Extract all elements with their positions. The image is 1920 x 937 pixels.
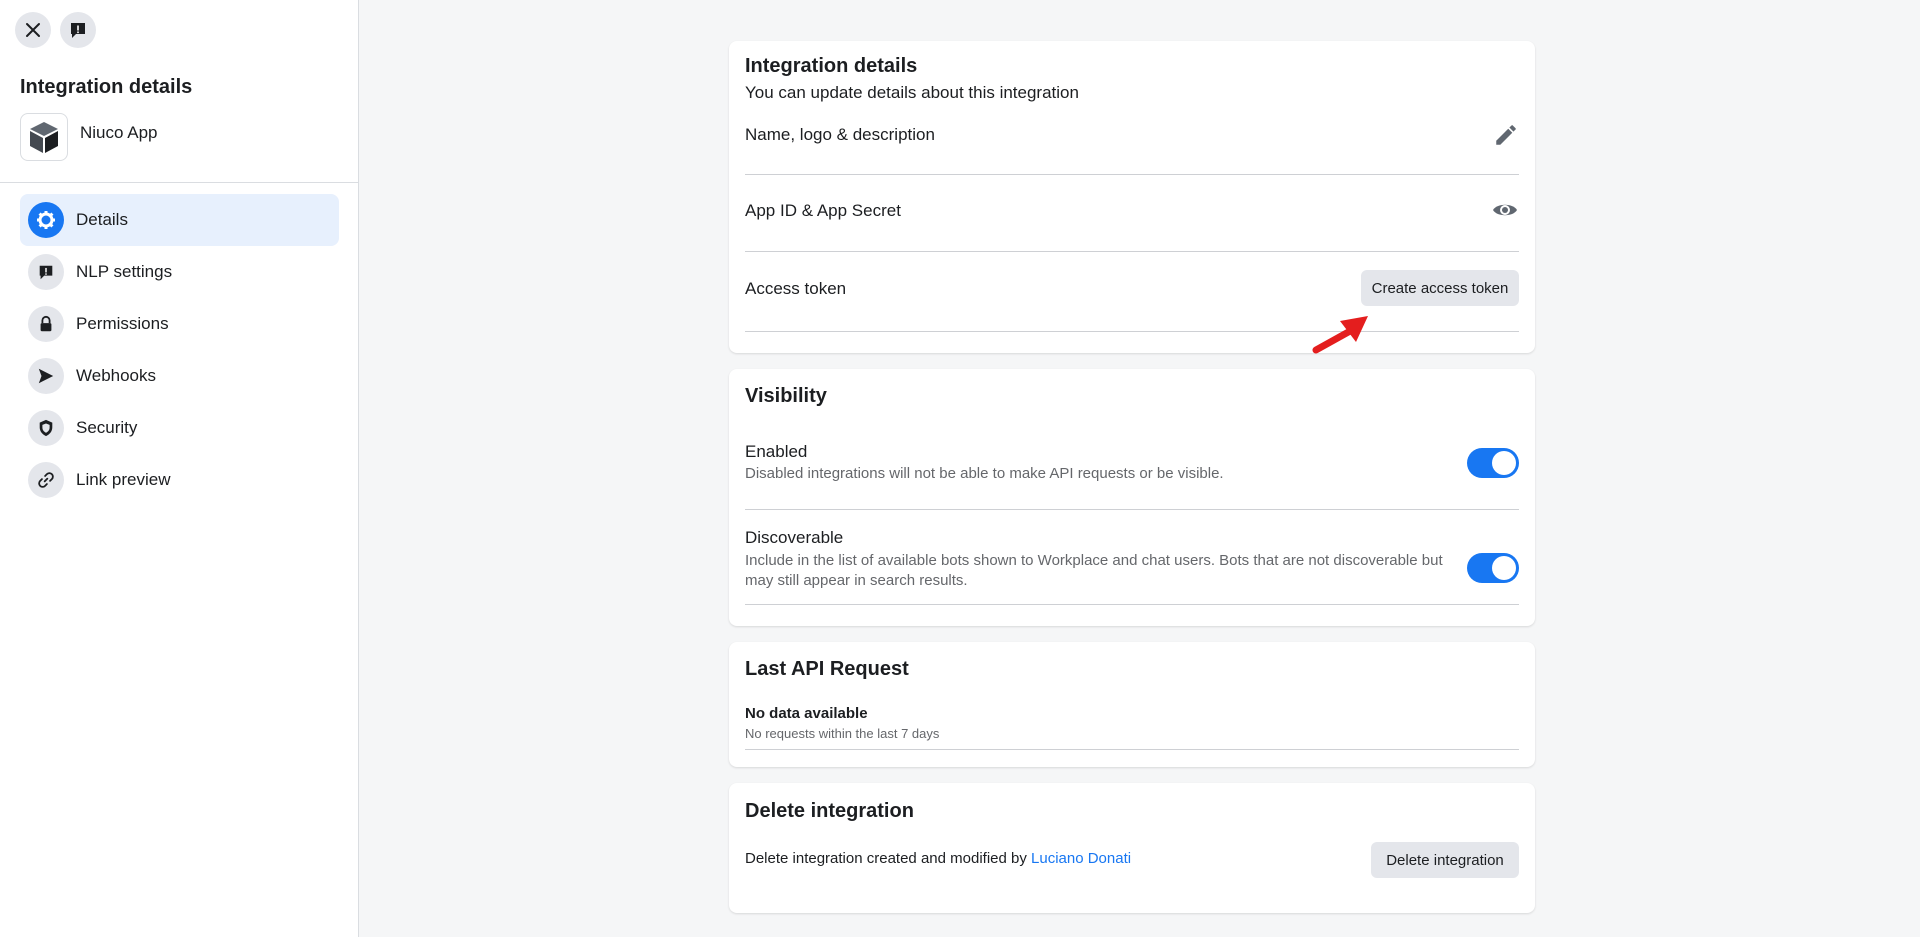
name-logo-row[interactable]: Name, logo & description bbox=[745, 125, 1519, 175]
app-name: Niuco App bbox=[80, 123, 158, 142]
sidebar-item-details[interactable]: Details bbox=[20, 194, 339, 246]
close-icon bbox=[26, 23, 40, 37]
send-icon bbox=[28, 358, 64, 394]
app-info: Niuco App bbox=[20, 113, 158, 161]
row-label: App ID & App Secret bbox=[745, 201, 901, 220]
sidebar-divider bbox=[0, 182, 359, 183]
enabled-description: Disabled integrations will not be able t… bbox=[745, 465, 1224, 482]
link-icon bbox=[28, 462, 64, 498]
sidebar-item-label: Details bbox=[76, 210, 128, 229]
sidebar-item-label: Security bbox=[76, 418, 138, 437]
feedback-button[interactable] bbox=[60, 12, 96, 48]
access-token-row: Access token Create access token bbox=[745, 252, 1519, 332]
app-id-secret-row[interactable]: App ID & App Secret bbox=[745, 175, 1519, 252]
sidebar-item-permissions[interactable]: Permissions bbox=[20, 298, 339, 350]
card-title: Integration details bbox=[745, 55, 918, 77]
delete-integration-button[interactable]: Delete integration bbox=[1371, 842, 1519, 878]
visibility-card: Visibility Enabled Disabled integrations… bbox=[729, 369, 1535, 626]
row-label: Name, logo & description bbox=[745, 125, 935, 144]
close-button[interactable] bbox=[15, 12, 51, 48]
cube-icon bbox=[30, 122, 58, 153]
sidebar: Integration details Niuco App Details NL… bbox=[0, 0, 359, 937]
sidebar-nav: Details NLP settings Permissions Webhook… bbox=[20, 194, 339, 506]
sidebar-item-security[interactable]: Security bbox=[20, 402, 339, 454]
app-logo bbox=[20, 113, 68, 161]
sidebar-item-label: Permissions bbox=[76, 314, 169, 333]
integration-details-card: Integration details You can update detai… bbox=[729, 41, 1535, 353]
enabled-toggle[interactable] bbox=[1467, 448, 1519, 478]
discoverable-label: Discoverable bbox=[745, 528, 844, 547]
toggle-knob bbox=[1492, 556, 1516, 580]
enabled-label: Enabled bbox=[745, 442, 808, 461]
discoverable-toggle[interactable] bbox=[1467, 553, 1519, 583]
toggle-knob bbox=[1492, 451, 1516, 475]
api-status-row: No data available No requests within the… bbox=[745, 705, 1519, 750]
sidebar-title: Integration details bbox=[20, 76, 193, 98]
sidebar-item-label: Link preview bbox=[76, 470, 171, 489]
annotation-arrow bbox=[1312, 316, 1368, 354]
shield-icon bbox=[28, 410, 64, 446]
card-title: Delete integration bbox=[745, 800, 914, 822]
no-data-label: No data available bbox=[745, 705, 868, 722]
discoverable-description: Include in the list of available bots sh… bbox=[745, 551, 1465, 591]
create-access-token-button[interactable]: Create access token bbox=[1361, 270, 1519, 306]
discoverable-desc-line: may still appear in search results. bbox=[745, 572, 968, 589]
delete-text: Delete integration created and modified … bbox=[745, 850, 1027, 867]
feedback-icon bbox=[71, 23, 85, 38]
enabled-row: Enabled Disabled integrations will not b… bbox=[745, 442, 1519, 510]
pencil-icon[interactable] bbox=[1493, 122, 1519, 148]
delete-description: Delete integration created and modified … bbox=[745, 850, 1131, 867]
discoverable-desc-line: Include in the list of available bots sh… bbox=[745, 552, 1443, 569]
sidebar-item-webhooks[interactable]: Webhooks bbox=[20, 350, 339, 402]
no-requests-label: No requests within the last 7 days bbox=[745, 726, 940, 741]
last-api-request-card: Last API Request No data available No re… bbox=[729, 642, 1535, 767]
sidebar-item-link-preview[interactable]: Link preview bbox=[20, 454, 339, 506]
author-link[interactable]: Luciano Donati bbox=[1031, 850, 1131, 867]
delete-integration-card: Delete integration Delete integration cr… bbox=[729, 783, 1535, 913]
gear-icon bbox=[28, 202, 64, 238]
sidebar-item-label: Webhooks bbox=[76, 366, 157, 385]
discoverable-row: Discoverable Include in the list of avai… bbox=[745, 510, 1519, 605]
row-label: Access token bbox=[745, 279, 847, 298]
card-subtitle: You can update details about this integr… bbox=[745, 83, 1079, 102]
eye-icon[interactable] bbox=[1491, 197, 1519, 223]
card-title: Last API Request bbox=[745, 658, 909, 680]
sidebar-item-nlp-settings[interactable]: NLP settings bbox=[20, 246, 339, 298]
card-title: Visibility bbox=[745, 385, 827, 407]
sidebar-item-label: NLP settings bbox=[76, 262, 173, 281]
top-buttons bbox=[15, 12, 96, 48]
lock-icon bbox=[28, 306, 64, 342]
speech-bubble-icon bbox=[28, 254, 64, 290]
